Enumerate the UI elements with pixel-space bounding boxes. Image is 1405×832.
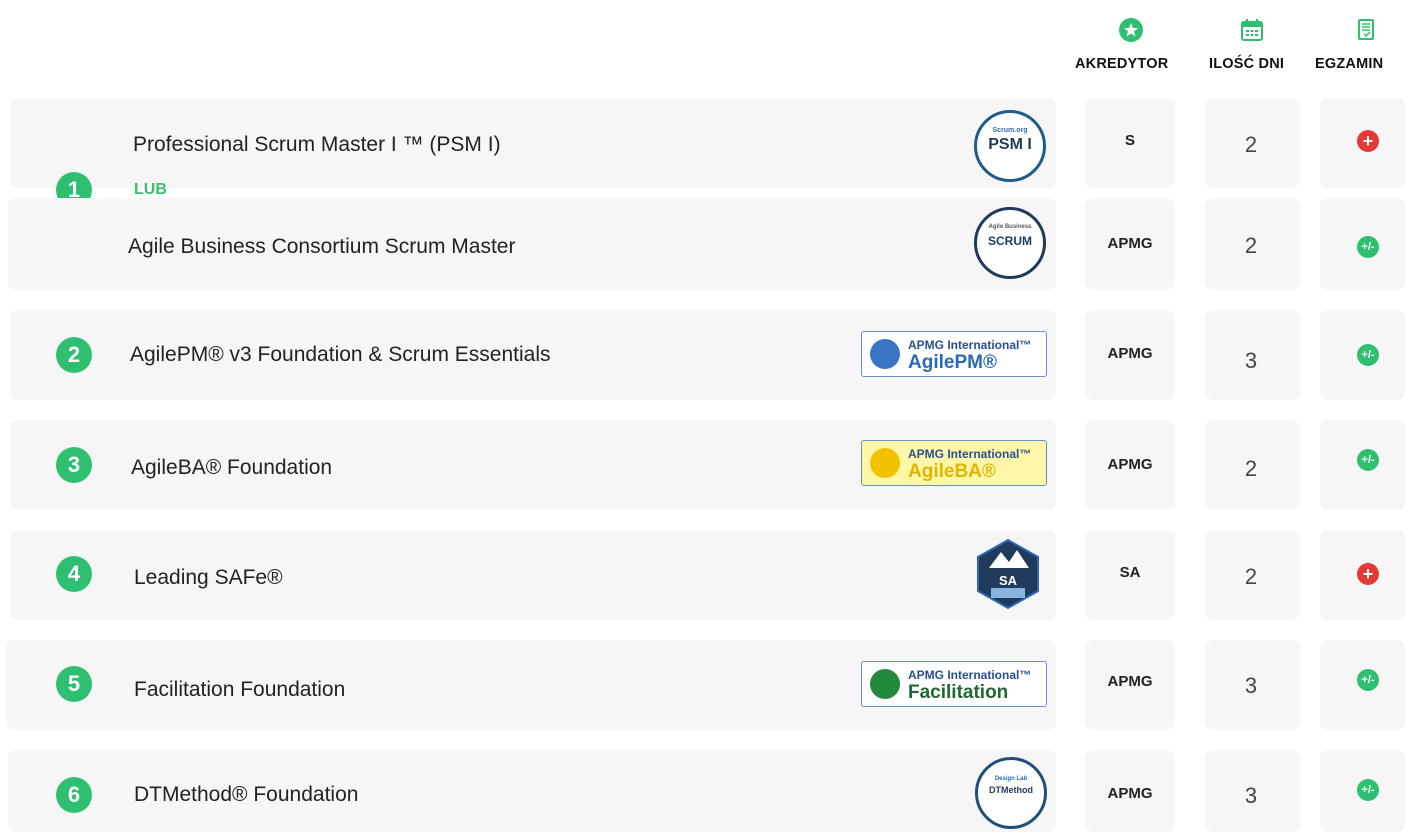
badge-name: AgilePM® [908,352,997,373]
exam-optional-icon: +/- [1357,236,1379,258]
apmg-swirl-icon [870,339,900,369]
badge-org: APMG International™ [908,668,1032,682]
exam-optional-icon: +/- [1357,669,1379,691]
dtmethod-badge-logo: Design Lab DTMethod [975,757,1047,829]
accreditor-value: S [1124,132,1135,149]
course-number: 5 [56,666,92,702]
days-value: 2 [1244,456,1258,481]
accreditor-value: APMG [1107,456,1153,473]
or-separator: LUB [134,181,167,198]
scrum-badge-logo: Agile Business SCRUM [974,207,1046,279]
course-title: Professional Scrum Master I ™ (PSM I) [133,133,501,156]
course-number: 3 [56,447,92,483]
days-value: 2 [1244,132,1258,157]
badge-text: SA [998,573,1018,588]
course-number: 6 [56,777,92,813]
course-title: DTMethod® Foundation [134,783,359,806]
days-value: 2 [1244,564,1258,589]
exam-optional-icon: +/- [1357,779,1379,801]
badge-name: Facilitation [908,682,1009,703]
course-title: Facilitation Foundation [134,678,346,701]
accreditor-value: APMG [1107,235,1153,252]
star-icon [1119,18,1143,42]
course-number: 2 [56,337,92,373]
badge-name: AgileBA® [908,461,996,482]
course-title: Agile Business Consortium Scrum Master [128,235,516,258]
days-value: 3 [1244,673,1258,698]
days-value: 2 [1244,233,1258,258]
badge-text: DTMethod [989,785,1033,795]
course-number: 4 [56,556,92,592]
badge-org: APMG International™ [908,338,1032,352]
safe-badge-logo: SA [975,538,1041,610]
exam-included-icon: + [1357,563,1379,585]
accreditor-value: APMG [1107,345,1153,362]
header-exam: EGZAMIN [1315,56,1384,72]
course-title: AgileBA® Foundation [131,456,333,479]
exam-optional-icon: +/- [1357,449,1379,471]
course-title: Leading SAFe® [134,566,283,589]
exam-sheet-icon [1355,18,1379,42]
badge-text: SCRUM [988,234,1032,248]
agileba-badge-logo: APMG International™ AgileBA® [861,440,1047,486]
accreditor-value: APMG [1107,785,1153,802]
calendar-icon [1240,18,1264,42]
header-days: ILOŚĆ DNI [1209,56,1285,72]
exam-optional-icon: +/- [1357,344,1379,366]
apmg-swirl-icon [870,669,900,699]
header-accreditor: AKREDYTOR [1075,56,1169,72]
exam-included-icon: + [1357,130,1379,152]
days-value: 3 [1244,348,1258,373]
badge-text: PSM I [988,136,1032,153]
accreditor-value: SA [1119,564,1141,581]
days-value: 3 [1244,783,1258,808]
course-title: AgilePM® v3 Foundation & Scrum Essential… [130,343,551,366]
facilitation-badge-logo: APMG International™ Facilitation [861,661,1047,707]
psm-badge-logo: Scrum.org PSM I [974,110,1046,182]
apmg-swirl-icon [870,448,900,478]
badge-org: APMG International™ [908,447,1032,461]
agilepm-badge-logo: APMG International™ AgilePM® [861,331,1047,377]
accreditor-value: APMG [1107,673,1153,690]
